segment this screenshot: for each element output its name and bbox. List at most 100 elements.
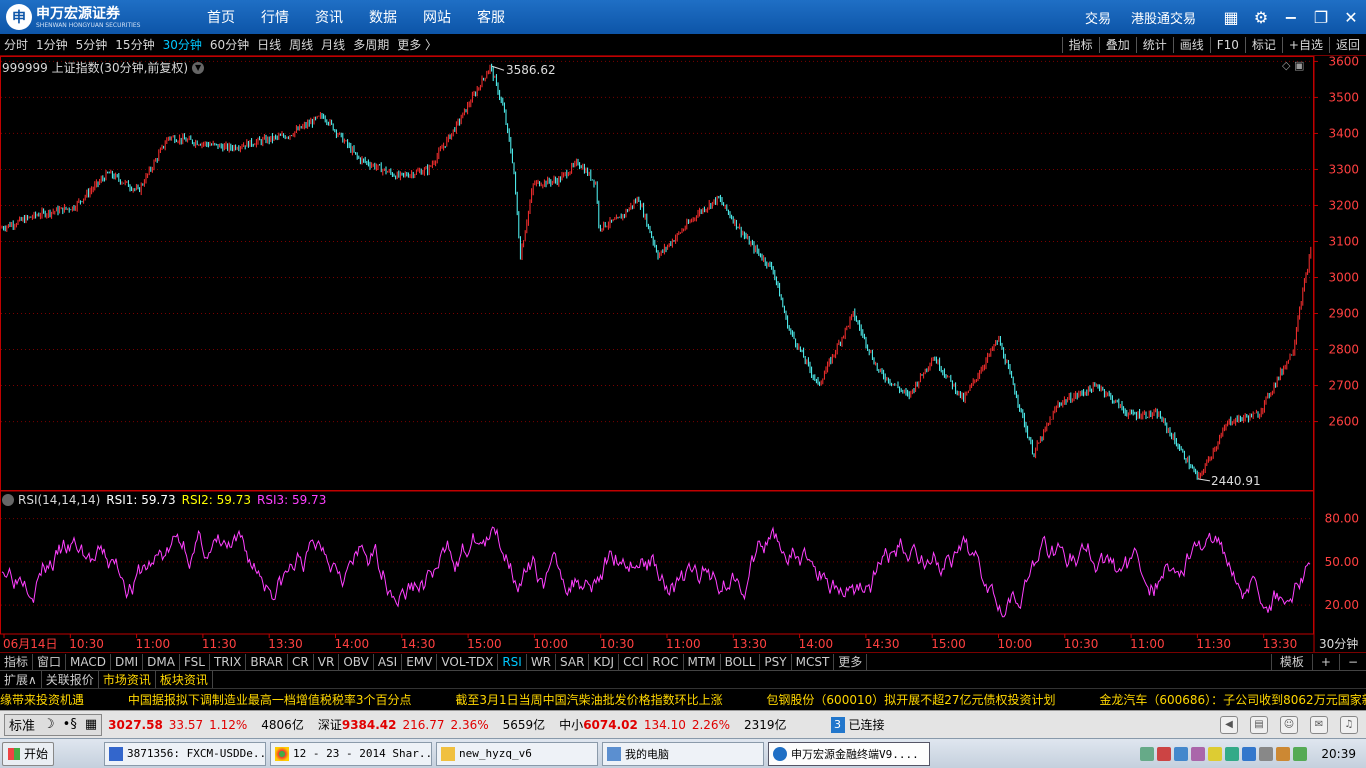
tool-overlay[interactable]: 叠加: [1098, 37, 1136, 53]
keyboard-wizard-icon[interactable]: ▤: [1250, 716, 1268, 734]
trade-link[interactable]: 交易: [1085, 8, 1111, 27]
sound-icon[interactable]: •§: [59, 717, 81, 732]
task-fxcm[interactable]: 3871356: FXCM-USDDe...: [104, 741, 266, 766]
clock[interactable]: 20:39: [1321, 747, 1356, 761]
news-item[interactable]: 缘带来投资机遇: [0, 689, 84, 710]
period-15min[interactable]: 15分钟: [111, 36, 158, 53]
period-60min[interactable]: 60分钟: [206, 36, 253, 53]
tab-related-quotes[interactable]: 关联报价: [42, 671, 99, 688]
service-icon[interactable]: ☺: [1280, 716, 1298, 734]
ind-wr[interactable]: WR: [527, 653, 557, 670]
ind-psy[interactable]: PSY: [760, 653, 792, 670]
network-icon[interactable]: [1259, 747, 1274, 761]
restore-icon[interactable]: ❐: [1306, 8, 1336, 27]
tab-sector-news[interactable]: 板块资讯: [156, 671, 213, 688]
price-chart-svg[interactable]: 3600 3500 3400 3300 3200 3100 3000 2900 2800 2700…: [0, 56, 1366, 652]
zx-index-value[interactable]: 6074.02: [583, 718, 638, 732]
start-button[interactable]: 开始: [2, 741, 54, 766]
ind-cci[interactable]: CCI: [619, 653, 649, 670]
ind-vr[interactable]: VR: [314, 653, 340, 670]
period-5min[interactable]: 5分钟: [72, 36, 112, 53]
ind-dmi[interactable]: DMI: [111, 653, 144, 670]
ind-obv[interactable]: OBV: [339, 653, 374, 670]
tray-icon[interactable]: [1208, 747, 1223, 761]
sz-index-value[interactable]: 9384.42: [342, 718, 397, 732]
tool-f10[interactable]: F10: [1209, 37, 1245, 53]
ind-mtm[interactable]: MTM: [684, 653, 721, 670]
gear-icon[interactable]: ⚙: [1246, 8, 1276, 27]
message-icon[interactable]: ✉: [1310, 716, 1328, 734]
bluetooth-icon[interactable]: [1242, 747, 1257, 761]
speaker-icon[interactable]: ◀: [1220, 716, 1238, 734]
add-pane-button[interactable]: +: [1311, 654, 1339, 670]
menu-news[interactable]: 资讯: [302, 7, 356, 27]
ind-kdj[interactable]: KDJ: [589, 653, 620, 670]
period-monthly[interactable]: 月线: [317, 36, 349, 53]
ind-mcst[interactable]: MCST: [792, 653, 835, 670]
hk-connect-link[interactable]: 港股通交易: [1131, 8, 1196, 27]
grid-icon[interactable]: ▦: [1216, 8, 1246, 27]
menu-website[interactable]: 网站: [410, 7, 464, 27]
menu-home[interactable]: 首页: [194, 7, 248, 27]
period-multi[interactable]: 多周期: [349, 36, 393, 53]
tab-market-news[interactable]: 市场资讯: [99, 671, 156, 688]
tab-expand[interactable]: 扩展∧: [0, 671, 42, 688]
template-button[interactable]: 模板: [1270, 654, 1312, 670]
ind-trix[interactable]: TRIX: [210, 653, 247, 670]
tray-icon[interactable]: [1276, 747, 1291, 761]
ind-dma[interactable]: DMA: [143, 653, 180, 670]
tool-mark[interactable]: 标记: [1244, 37, 1282, 53]
mode-standard-button[interactable]: 标准: [5, 715, 39, 734]
ind-asi[interactable]: ASI: [374, 653, 403, 670]
news-item[interactable]: 包钢股份（600010）拟开展不超27亿元债权投资计划: [766, 689, 1055, 710]
tray-icon[interactable]: [1174, 747, 1189, 761]
ind-more[interactable]: 更多: [834, 653, 868, 670]
rsi-menu-icon[interactable]: [2, 494, 14, 506]
ind-roc[interactable]: ROC: [648, 653, 684, 670]
tool-add-watchlist[interactable]: +自选: [1281, 37, 1329, 53]
tool-back[interactable]: 返回: [1328, 37, 1366, 53]
period-more[interactable]: 更多 〉: [393, 36, 441, 53]
tool-stats[interactable]: 统计: [1135, 37, 1173, 53]
bell-icon[interactable]: ♫: [1340, 716, 1358, 734]
menu-data[interactable]: 数据: [356, 7, 410, 27]
task-my-computer[interactable]: 我的电脑: [602, 741, 764, 766]
ind-emv[interactable]: EMV: [402, 653, 438, 670]
close-icon[interactable]: ✕: [1336, 8, 1366, 27]
chart-area[interactable]: 3600 3500 3400 3300 3200 3100 3000 2900 2800 2700…: [0, 56, 1366, 652]
ind-indicator[interactable]: 指标: [0, 653, 34, 670]
tray-icon[interactable]: [1157, 747, 1172, 761]
menu-quotes[interactable]: 行情: [248, 7, 302, 27]
news-item[interactable]: 金龙汽车（600686）：子公司收到8062万元国家新能源汽: [1099, 689, 1366, 710]
volume-icon[interactable]: [1293, 747, 1308, 761]
ind-cr[interactable]: CR: [288, 653, 314, 670]
minimize-icon[interactable]: −: [1276, 8, 1306, 27]
remove-pane-button[interactable]: −: [1338, 654, 1366, 670]
task-terminal[interactable]: 申万宏源金融终端V9....: [768, 741, 930, 766]
ind-window[interactable]: 窗口: [33, 653, 67, 670]
ind-boll[interactable]: BOLL: [721, 653, 761, 670]
keyboard-icon[interactable]: ▦: [81, 717, 101, 732]
night-mode-icon[interactable]: ☽: [39, 717, 59, 732]
menu-service[interactable]: 客服: [464, 7, 518, 27]
tool-indicator[interactable]: 指标: [1061, 37, 1099, 53]
ind-brar[interactable]: BRAR: [246, 653, 289, 670]
period-30min[interactable]: 30分钟: [159, 36, 206, 53]
period-weekly[interactable]: 周线: [285, 36, 317, 53]
period-1min[interactable]: 1分钟: [32, 36, 72, 53]
ind-vol-tdx[interactable]: VOL-TDX: [437, 653, 499, 670]
tool-draw[interactable]: 画线: [1172, 37, 1210, 53]
ind-macd[interactable]: MACD: [66, 653, 112, 670]
chart-corner-tools[interactable]: ◇ ▣: [1282, 59, 1304, 72]
period-intraday[interactable]: 分时: [0, 36, 32, 53]
task-chrome[interactable]: 12 - 23 - 2014 Shar...: [270, 741, 432, 766]
chevron-down-icon[interactable]: ▼: [192, 61, 205, 74]
ind-sar[interactable]: SAR: [556, 653, 590, 670]
task-folder[interactable]: new_hyzq_v6: [436, 741, 598, 766]
period-daily[interactable]: 日线: [253, 36, 285, 53]
connection-status[interactable]: 3 已连接: [830, 716, 885, 733]
ind-fsl[interactable]: FSL: [180, 653, 210, 670]
news-item[interactable]: 中国据报拟下调制造业最高一档增值税税率3个百分点: [128, 689, 412, 710]
tray-icon[interactable]: [1225, 747, 1240, 761]
tray-icon[interactable]: [1140, 747, 1155, 761]
